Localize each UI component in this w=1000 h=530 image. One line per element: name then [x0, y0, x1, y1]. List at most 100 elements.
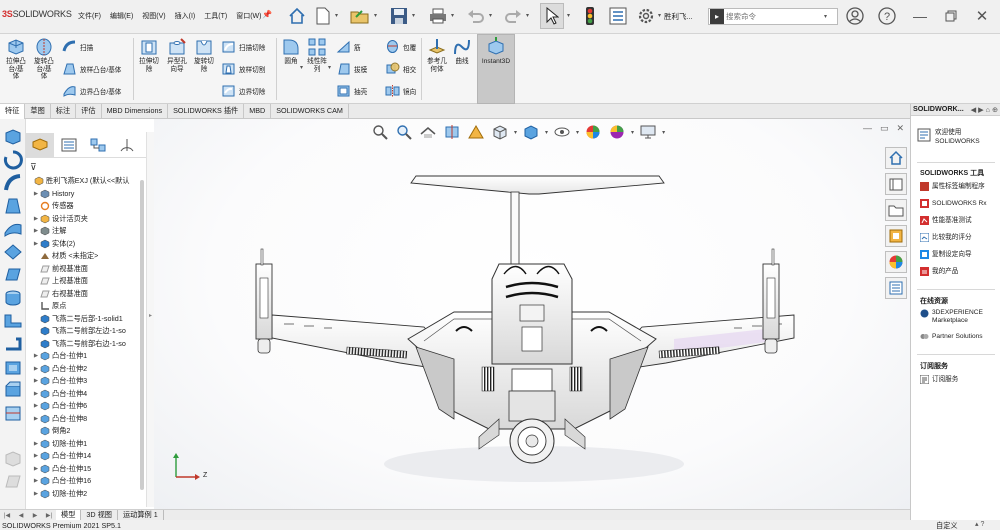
tree-item[interactable]: 飞燕二号前部右边-1-so — [26, 338, 144, 351]
extrude-boss-button[interactable]: 拉伸凸 台/基 体 — [2, 37, 30, 81]
new-dropdown-icon[interactable]: ▾ — [335, 12, 338, 19]
tab-first-icon[interactable]: |◀ — [0, 512, 14, 519]
tree-item[interactable]: ▶ 凸台-拉伸3 — [26, 375, 144, 388]
solidworks-logo[interactable]: 3SSOLIDWORKS — [2, 9, 72, 19]
menu-insert[interactable]: 插入(I) — [173, 11, 198, 21]
boundary-boss-button[interactable]: 边界凸台/基体 — [62, 83, 121, 98]
feature-tree-scrollbar[interactable] — [140, 180, 144, 490]
tree-item[interactable]: ▶ 凸台-拉伸1 — [26, 350, 144, 363]
tree-item[interactable]: 传感器 — [26, 200, 144, 213]
tree-item[interactable]: ▶ 注解 — [26, 225, 144, 238]
search-dropdown-icon[interactable]: ▾ — [824, 13, 827, 20]
linear-pattern-button[interactable]: 线性阵 列 — [304, 37, 330, 73]
select-cursor-icon[interactable] — [540, 3, 564, 29]
tree-expander-icon[interactable]: ▶ — [32, 478, 40, 484]
weldment-shortcut-icon[interactable] — [3, 311, 23, 331]
options-dropdown-icon[interactable]: ▾ — [658, 12, 661, 19]
pane-splitter[interactable]: ▸ — [146, 132, 154, 507]
view-palette-tab[interactable] — [885, 225, 907, 247]
curves-button[interactable]: 曲线 — [451, 37, 473, 66]
tree-expander-icon[interactable]: ▶ — [32, 416, 40, 422]
tree-item[interactable]: ▶ 凸台-拉伸14 — [26, 450, 144, 463]
appearances-tab[interactable] — [885, 251, 907, 273]
revolve-cut-button[interactable]: 旋转切 除 — [191, 37, 217, 73]
tab-mbd-dimensions[interactable]: MBD Dimensions — [102, 104, 169, 119]
tab-3d-views[interactable]: 3D 视图 — [81, 510, 118, 520]
solidworks-rx-link[interactable]: SOLIDWORKS Rx — [920, 199, 987, 208]
tab-sketch[interactable]: 草图 — [25, 104, 51, 119]
tree-item[interactable]: 右视基准面 — [26, 288, 144, 301]
file-properties-icon[interactable] — [607, 3, 629, 29]
tree-expander-icon[interactable]: ▶ — [32, 228, 40, 234]
extrude-cut-button[interactable]: 拉伸切 除 — [136, 37, 162, 73]
tree-item[interactable]: ▶ 切除-拉伸1 — [26, 438, 144, 451]
undo-icon[interactable] — [466, 3, 486, 29]
options-gear-icon[interactable] — [635, 3, 657, 29]
status-customize[interactable]: 自定义 — [936, 521, 958, 530]
tree-item[interactable]: 上视基准面 — [26, 275, 144, 288]
help-icon[interactable]: ? — [877, 6, 897, 26]
minimize-icon[interactable]: — — [910, 6, 930, 26]
cavity-shortcut-icon[interactable] — [3, 380, 23, 400]
dimxpertmanager-tab[interactable] — [113, 133, 141, 157]
propertymanager-tab[interactable] — [55, 133, 83, 157]
rib-button[interactable]: 筋 — [336, 39, 361, 54]
tab-last-icon[interactable]: ▶| — [42, 512, 56, 519]
tab-markup[interactable]: 标注 — [51, 104, 77, 119]
revolved-surface-shortcut-icon[interactable] — [3, 288, 23, 308]
tree-item[interactable]: ▶ 凸台-拉伸16 — [26, 475, 144, 488]
tree-item[interactable]: 原点 — [26, 300, 144, 313]
partner-solutions-link[interactable]: Partner Solutions — [920, 332, 983, 341]
hole-wizard-button[interactable]: 异型孔 向导 — [163, 37, 191, 73]
surface-shortcut-icon[interactable] — [3, 265, 23, 285]
tree-expander-icon[interactable]: ▶ — [32, 491, 40, 497]
tab-solidworks-addins[interactable]: SOLIDWORKS 插件 — [168, 104, 245, 119]
tree-expander-icon[interactable]: ▶ — [32, 466, 40, 472]
subscription-services-link[interactable]: 订阅服务 — [920, 375, 958, 384]
lofted-cut-button[interactable]: 放样切割 — [221, 61, 265, 76]
home-icon[interactable] — [287, 3, 307, 29]
tree-expander-icon[interactable]: ▶ — [32, 366, 40, 372]
open-file-icon[interactable] — [349, 3, 371, 29]
new-document-icon[interactable] — [314, 3, 332, 29]
tab-mbd[interactable]: MBD — [244, 104, 272, 119]
tab-prev-icon[interactable]: ◀ — [14, 512, 28, 519]
select-dropdown-icon[interactable]: ▾ — [567, 12, 570, 19]
tree-expander-icon[interactable]: ▶ — [32, 378, 40, 384]
fillet-dropdown-icon[interactable]: ▾ — [300, 64, 303, 71]
reference-geometry-button[interactable]: 参考几 何体 — [423, 37, 451, 73]
wrap-button[interactable]: 包覆 — [385, 39, 416, 54]
tab-next-icon[interactable]: ▶ — [28, 512, 42, 519]
user-account-icon[interactable] — [845, 6, 865, 26]
tree-item[interactable]: 材质 <未指定> — [26, 250, 144, 263]
compare-my-score-link[interactable]: 比较我的评分 — [920, 233, 972, 242]
tree-expander-icon[interactable]: ▶ — [32, 191, 40, 197]
tab-model[interactable]: 模型 — [56, 510, 82, 520]
restore-icon[interactable] — [941, 6, 961, 26]
tree-item[interactable]: 飞燕二号后部-1-solid1 — [26, 313, 144, 326]
tree-item[interactable]: ▶ 实体(2) — [26, 238, 144, 251]
boundary-shortcut-icon[interactable] — [3, 219, 23, 239]
draft-button[interactable]: 拔模 — [336, 61, 367, 76]
tree-item[interactable]: ▶ 凸台-拉伸4 — [26, 388, 144, 401]
task-pane-home-icon[interactable]: ⌂ — [986, 105, 990, 114]
my-products-link[interactable]: 我的产品 — [920, 267, 958, 276]
search-commands[interactable]: ▸ ▾ — [708, 8, 838, 25]
collapse-handle-icon[interactable]: ▸ — [149, 312, 152, 319]
tab-motion-study[interactable]: 运动算例 1 — [118, 510, 164, 520]
tree-expander-icon[interactable]: ▶ — [32, 353, 40, 359]
tree-item[interactable]: 胜利飞燕EXJ (默认<<默认 — [26, 175, 144, 188]
status-expand-icon[interactable]: ▴ ? — [975, 520, 984, 528]
redo-icon[interactable] — [503, 3, 523, 29]
menu-edit[interactable]: 编辑(E) — [108, 11, 135, 21]
loft-boss-button[interactable]: 放样凸台/基体 — [62, 61, 121, 76]
property-tab-builder-link[interactable]: 属性标签编制程序 — [920, 182, 985, 191]
instant3d-button[interactable]: Instant3D — [478, 37, 514, 66]
loft-shortcut-icon[interactable] — [3, 196, 23, 216]
copy-settings-wizard-link[interactable]: 复制设定向导 — [920, 250, 972, 259]
back-icon[interactable]: ◀ — [971, 105, 977, 114]
menu-tools[interactable]: 工具(T) — [202, 11, 229, 21]
extrude-shortcut-icon[interactable] — [3, 127, 23, 147]
tree-item[interactable]: 前视基准面 — [26, 263, 144, 276]
mirror-button[interactable]: 镜向 — [385, 83, 416, 98]
